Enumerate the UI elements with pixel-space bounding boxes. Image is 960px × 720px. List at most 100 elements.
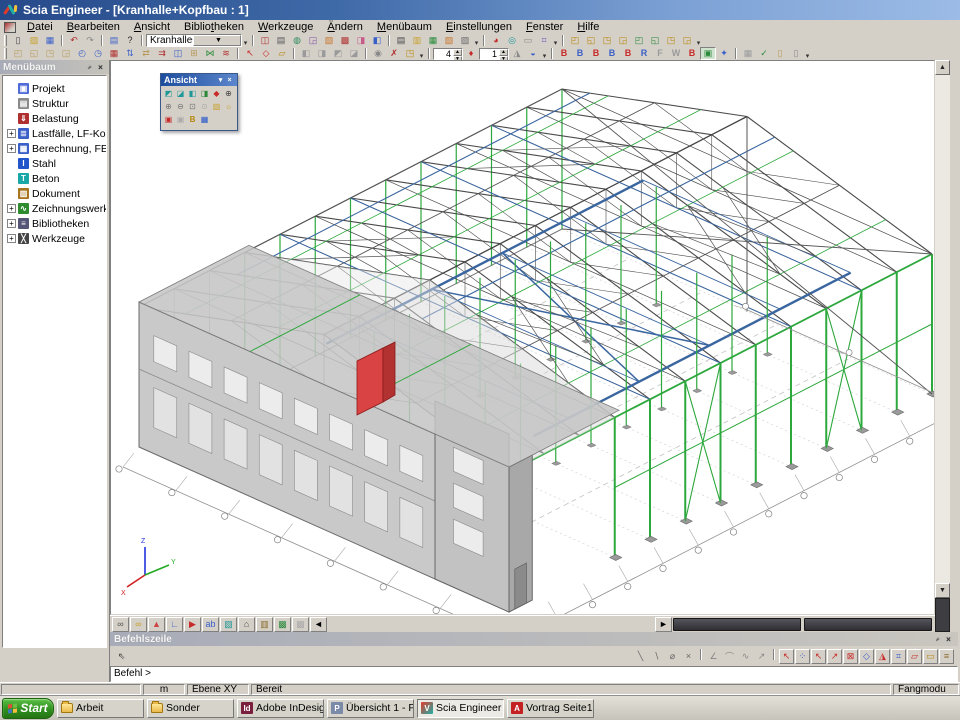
copy-up-icon[interactable]: ◱ (26, 47, 42, 60)
cursor-mode-icon[interactable]: ⇖ (114, 649, 129, 664)
track-cursor-icon[interactable]: ↖ (779, 649, 794, 664)
mirror-icon[interactable]: ◷ (90, 47, 106, 60)
save-icon[interactable]: ▦ (42, 34, 58, 47)
more-options-icon[interactable]: ▾ (242, 34, 249, 47)
snap-angle-icon[interactable]: ∠ (706, 649, 721, 664)
zoom-prev-icon[interactable]: ⊙ (199, 101, 210, 112)
activity-spinner[interactable]: 4▲▼ (433, 48, 463, 60)
next-view-icon[interactable]: ◪ (346, 47, 362, 60)
clipboard2-icon[interactable]: ▯ (788, 47, 804, 60)
move-icon[interactable]: ◲ (58, 47, 74, 60)
select-cursor-icon[interactable]: ↖ (242, 47, 258, 60)
menu-einstellungen[interactable]: Einstellungen (439, 21, 519, 33)
grid-dots-icon[interactable]: ⁘ (795, 649, 810, 664)
folder-icon[interactable]: ▨ (211, 101, 222, 112)
chevron-down-icon[interactable]: ▼ (193, 35, 241, 46)
view-axo-icon[interactable]: ◨ (199, 88, 210, 99)
load-panel-icon[interactable]: B (620, 47, 636, 60)
win-max-icon[interactable]: ◲ (679, 34, 695, 47)
taskbar-item-indesign[interactable]: IdAdobe InDesign C... (237, 699, 324, 718)
win-cascade-icon[interactable]: ◰ (567, 34, 583, 47)
win-tile-icon[interactable]: ◱ (583, 34, 599, 47)
view-person-icon[interactable]: ◆ (211, 88, 222, 99)
dimension-icon[interactable]: ∟ (166, 617, 183, 632)
frame-icon[interactable]: ◨ (353, 34, 369, 47)
snap-list-icon[interactable]: ≡ (939, 649, 954, 664)
project-selector[interactable]: Kranhalle+Kopfbau▼ (146, 34, 242, 47)
image-icon[interactable]: ▩ (274, 617, 291, 632)
open-icon[interactable]: ▨ (26, 34, 42, 47)
taskbar-item-pdf[interactable]: AVortrag Seite1.pdf ... (507, 699, 594, 718)
more-options-icon[interactable]: ▾ (804, 47, 811, 60)
gallery-icon[interactable]: ▦ (425, 34, 441, 47)
view-z-icon[interactable]: ◧ (187, 88, 198, 99)
snap-arc2-icon[interactable]: ▭ (923, 649, 938, 664)
offset-icon[interactable]: ≋ (218, 47, 234, 60)
select-poly-icon[interactable]: ◇ (258, 47, 274, 60)
taskbar-item-scia[interactable]: VScia Engineer - [... (417, 699, 504, 718)
load-wind-icon[interactable]: W (668, 47, 684, 60)
sidebar-item-stahl[interactable]: IStahl (7, 156, 106, 171)
win-vertical-icon[interactable]: ◲ (615, 34, 631, 47)
expand-icon[interactable]: + (7, 144, 16, 153)
support-icon[interactable]: ▲ (148, 617, 165, 632)
flag-icon[interactable]: ▶ (184, 617, 201, 632)
printer-doc-icon[interactable]: ▤ (273, 34, 289, 47)
menu-hilfe[interactable]: Hilfe (570, 21, 606, 33)
snap-arc-icon[interactable]: ⌒ (722, 649, 737, 664)
snap-tangent-icon[interactable]: ◮ (875, 649, 890, 664)
model-3d[interactable]: ZXY (111, 61, 934, 614)
status-snapmode[interactable]: Fangmodu (893, 684, 959, 695)
load-combi-icon[interactable]: B (588, 47, 604, 60)
sidebar-item-zeichnungswerk[interactable]: +∿Zeichnungswerkzeuge (7, 201, 106, 216)
taskbar-item-folder[interactable]: Arbeit (57, 699, 144, 718)
trim-icon[interactable]: ⇄ (138, 47, 154, 60)
layer-box-icon[interactable]: ◳ (402, 47, 418, 60)
orbit-icon[interactable]: ◨ (314, 47, 330, 60)
mesh-icon[interactable]: ▩ (337, 34, 353, 47)
close-icon[interactable]: × (225, 75, 234, 86)
b-toggle-icon[interactable]: B (187, 114, 198, 125)
layer-spinner[interactable]: 1▲▼ (479, 48, 509, 60)
user-layer-icon[interactable]: ◒ (525, 47, 541, 60)
taskbar-item-folder[interactable]: Sonder (147, 699, 234, 718)
expand-icon[interactable]: + (7, 234, 16, 243)
snap-delete-icon[interactable]: × (681, 649, 696, 664)
menu-werkzeuge[interactable]: Werkzeuge (251, 21, 320, 33)
snap-circle-icon[interactable]: ⌀ (665, 649, 680, 664)
sidebar-item-belastung[interactable]: ⇓Belastung (7, 111, 106, 126)
scroll-left-icon[interactable]: ◄ (310, 617, 327, 632)
redo-icon[interactable]: ↷ (82, 34, 98, 47)
doc2-icon[interactable]: ▨ (457, 34, 473, 47)
sidebar-item-projekt[interactable]: ▣Projekt (7, 81, 106, 96)
deselect-icon[interactable]: ▱ (274, 47, 290, 60)
snap-midpoint-icon[interactable]: ↗ (827, 649, 842, 664)
calculator-icon[interactable]: ◫ (257, 34, 273, 47)
load-group-icon[interactable]: B (572, 47, 588, 60)
active-load-icon[interactable]: ▣ (700, 47, 716, 60)
stretch-icon[interactable]: ⇅ (122, 47, 138, 60)
sidebar-item-bibliotheken[interactable]: +≡Bibliotheken (7, 216, 106, 231)
sidebar-item-beton[interactable]: TBeton (7, 171, 106, 186)
sidebar-item-struktur[interactable]: ▤Struktur (7, 96, 106, 111)
zoom-in-icon[interactable]: ⊕ (163, 101, 174, 112)
grid-doc-icon[interactable]: ⌗ (536, 34, 552, 47)
scroll-up-icon[interactable]: ▲ (935, 60, 950, 75)
undo-icon[interactable]: ↶ (66, 34, 82, 47)
expand-icon[interactable]: + (7, 129, 16, 138)
sidebar-item-dokument[interactable]: ▥Dokument (7, 186, 106, 201)
prev-view-icon[interactable]: ◩ (330, 47, 346, 60)
magnifier-icon[interactable]: ◎ (504, 34, 520, 47)
menu-datei[interactable]: Datei (20, 21, 60, 33)
sidebar-item-berechnungfene[interactable]: +▦Berechnung, FE-Netz (7, 141, 106, 156)
snap-spline-icon[interactable]: ∿ (738, 649, 753, 664)
expand-icon[interactable]: + (7, 219, 16, 228)
vertical-scrollbar[interactable]: ▲ ▼ (935, 60, 950, 598)
save-view-icon[interactable]: ▦ (740, 47, 756, 60)
more-options-icon[interactable]: ▾ (473, 34, 480, 47)
menu-ndern[interactable]: Ändern (320, 21, 369, 33)
menu-bibliotheken[interactable]: Bibliotheken (177, 21, 251, 33)
start-button[interactable]: Start (2, 698, 54, 719)
camera-icon[interactable]: ▣ (163, 114, 174, 125)
snap-intersection-icon[interactable]: ⊠ (843, 649, 858, 664)
